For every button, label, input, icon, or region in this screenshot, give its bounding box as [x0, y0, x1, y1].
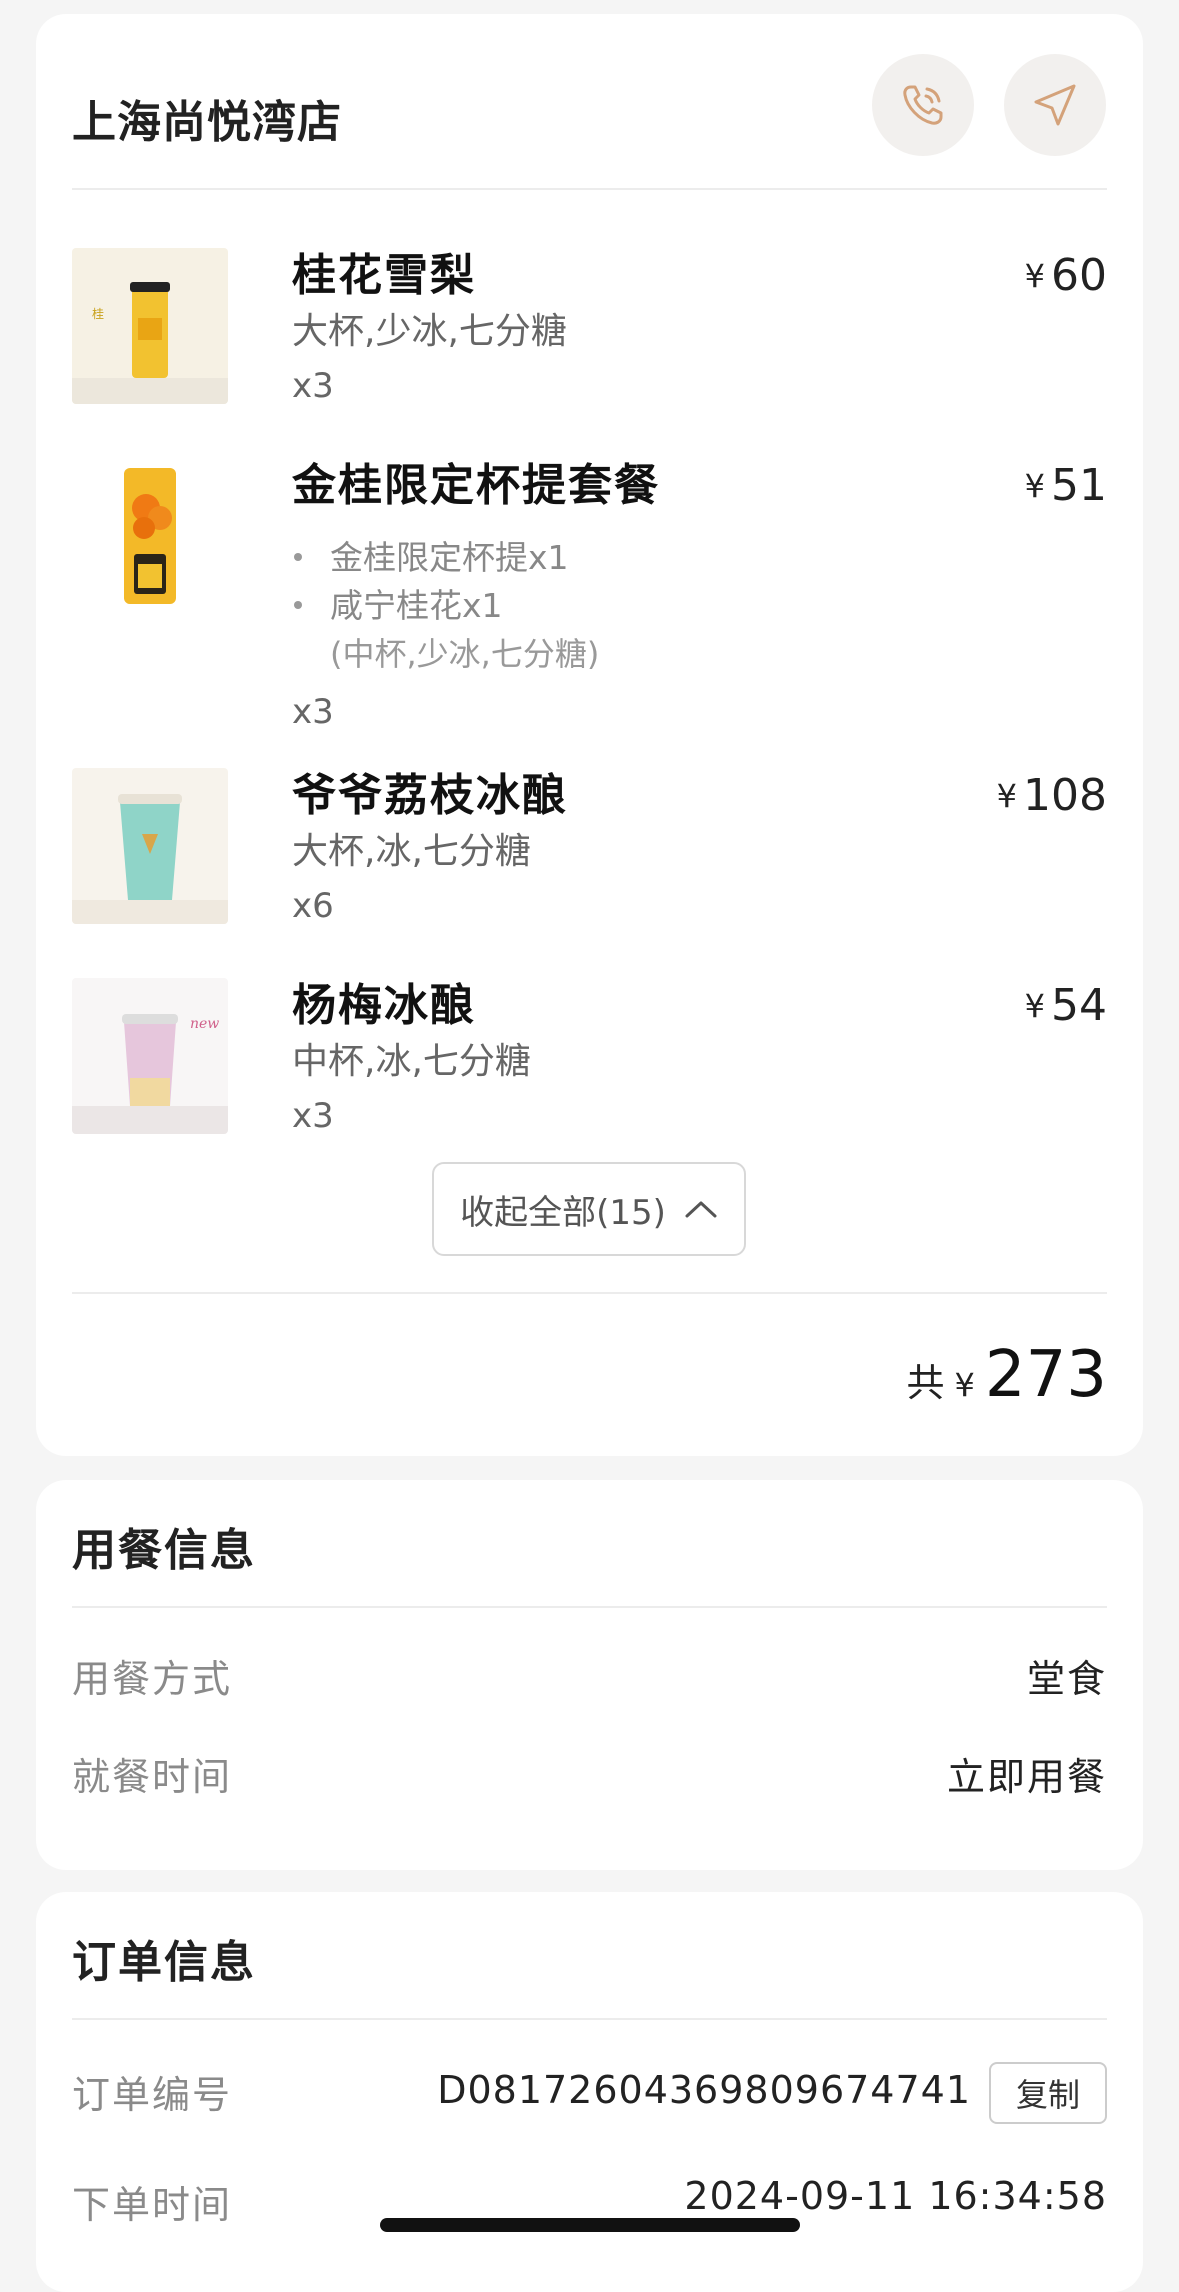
order-time-value: 2024-09-11 16:34:58	[684, 2174, 1107, 2218]
item-spec: 中杯,冰,七分糖	[292, 1041, 531, 1082]
order-total: 共 ¥ 273	[906, 1338, 1107, 1412]
item-name: 桂花雪梨	[292, 250, 476, 301]
svg-text:桂: 桂	[92, 306, 104, 321]
item-name: 杨梅冰酿	[292, 980, 476, 1031]
order-number-label: 订单编号	[72, 2073, 233, 2117]
dining-method-label: 用餐方式	[72, 1657, 233, 1701]
dining-time-label: 就餐时间	[72, 1755, 233, 1799]
chevron-up-icon	[685, 1201, 717, 1218]
item-price: ¥108	[997, 768, 1107, 824]
product-image-yeye-lizhi	[72, 768, 228, 924]
phone-icon	[903, 85, 943, 125]
order-item: new 杨梅冰酿 ¥54 中杯,冰,七分糖 x3	[72, 978, 1107, 1158]
collapse-all-label: 收起全部(15)	[460, 1192, 666, 1233]
navigate-button[interactable]	[1004, 54, 1106, 156]
sub-item-label: 咸宁桂花x1	[330, 586, 503, 625]
product-image-yangmei: new	[72, 978, 228, 1134]
divider	[72, 188, 1107, 190]
bullet-dot	[294, 553, 302, 561]
item-name: 金桂限定杯提套餐	[292, 460, 660, 511]
section-title: 用餐信息	[72, 1525, 256, 1576]
item-quantity: x3	[292, 692, 334, 732]
collapse-all-button[interactable]: 收起全部(15)	[432, 1162, 746, 1256]
product-image-jingui-set	[72, 458, 228, 614]
sub-item: 咸宁桂花x1	[294, 584, 503, 628]
product-image-guihua-xueli: 桂	[72, 248, 228, 404]
item-quantity: x6	[292, 886, 334, 926]
order-item: 桂 桂花雪梨 ¥60 大杯,少冰,七分糖 x3	[72, 248, 1107, 428]
svg-text:new: new	[190, 1016, 219, 1032]
divider	[72, 2018, 1107, 2020]
dining-info-card: 用餐信息 用餐方式 堂食 就餐时间 立即用餐	[36, 1480, 1143, 1870]
sub-item-spec: (中杯,少冰,七分糖)	[330, 635, 600, 673]
section-title: 订单信息	[72, 1937, 256, 1988]
item-name: 爷爷荔枝冰酿	[292, 770, 568, 821]
item-quantity: x3	[292, 1096, 334, 1136]
total-value: 273	[984, 1338, 1107, 1412]
item-price: ¥54	[1025, 978, 1107, 1034]
bullet-dot	[294, 601, 302, 609]
order-number-value: D0817260436980967474​1	[437, 2068, 971, 2112]
home-indicator[interactable]	[380, 2218, 800, 2232]
item-spec: 大杯,冰,七分糖	[292, 831, 531, 872]
currency-symbol: ¥	[996, 777, 1018, 815]
item-price-value: 60	[1051, 250, 1107, 301]
currency-symbol: ¥	[1024, 987, 1045, 1025]
item-spec: 大杯,少冰,七分糖	[292, 311, 567, 352]
sub-item: 金桂限定杯提x1	[294, 536, 569, 580]
call-store-button[interactable]	[872, 54, 974, 156]
item-quantity: x3	[292, 366, 334, 406]
dining-method-value: 堂食	[1026, 1657, 1107, 1701]
currency-symbol: ¥	[1024, 257, 1045, 295]
order-info-card: 订单信息 订单编号 D0817260436980967474​1 复制 下单时间…	[36, 1892, 1143, 2292]
copy-order-number-button[interactable]: 复制	[989, 2062, 1107, 2124]
currency-symbol: ¥	[1024, 467, 1045, 505]
store-name: 上海尚悦湾店	[72, 97, 342, 148]
divider	[72, 1606, 1107, 1608]
divider	[72, 1292, 1107, 1294]
item-price: ¥51	[1025, 458, 1107, 514]
item-price-value: 51	[1051, 460, 1107, 511]
currency-symbol: ¥	[954, 1366, 975, 1404]
order-items-card: 上海尚悦湾店 桂 桂花雪梨 ¥60 大杯,少冰,七分糖 x3 金桂限定杯提套餐 …	[36, 14, 1143, 1456]
sub-item-label: 金桂限定杯提x1	[330, 538, 569, 577]
order-item: 爷爷荔枝冰酿 ¥108 大杯,冰,七分糖 x6	[72, 768, 1107, 948]
dining-time-value: 立即用餐	[946, 1755, 1107, 1799]
item-price: ¥60	[1025, 248, 1107, 304]
item-price-value: 108	[1023, 770, 1107, 821]
item-price-value: 54	[1051, 980, 1107, 1031]
total-label: 共	[906, 1361, 945, 1405]
order-time-label: 下单时间	[72, 2183, 233, 2227]
order-item: 金桂限定杯提套餐 ¥51 金桂限定杯提x1 咸宁桂花x1 (中杯,少冰,七分糖)…	[72, 458, 1107, 738]
navigation-arrow-icon	[1034, 84, 1076, 126]
